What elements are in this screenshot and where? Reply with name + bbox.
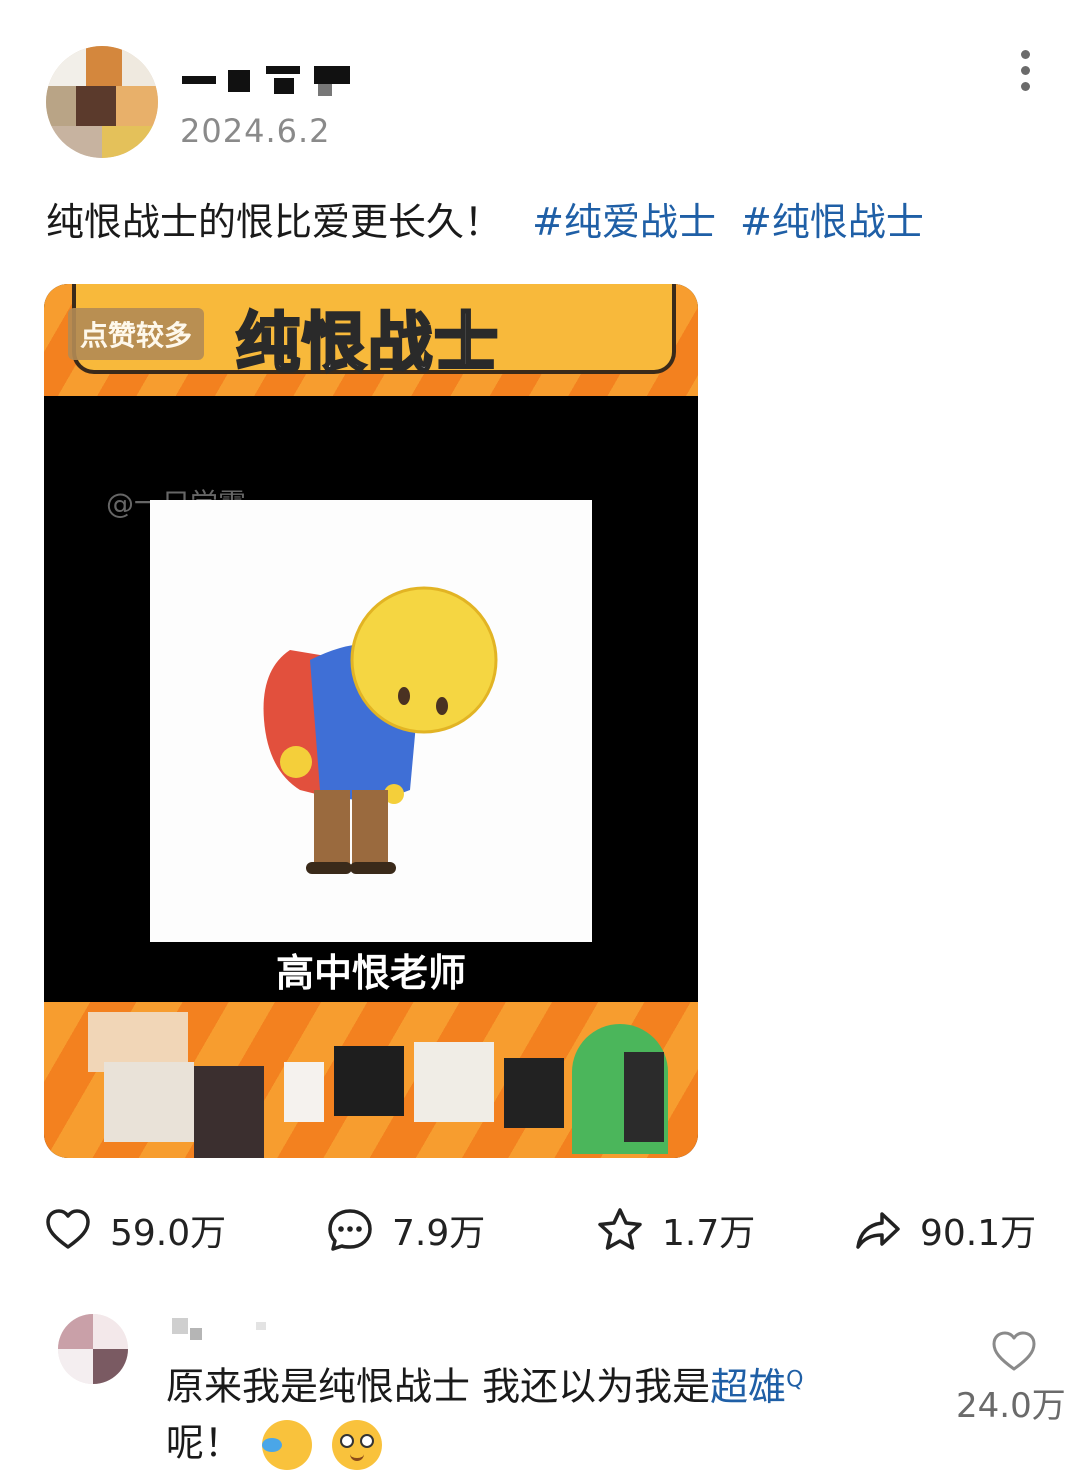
more-vertical-icon[interactable] bbox=[1012, 50, 1038, 94]
image-badge: 点赞较多 bbox=[68, 308, 205, 360]
like-count: 59.0万 bbox=[110, 1213, 227, 1254]
hashtag-link[interactable]: #纯恨战士 bbox=[740, 200, 924, 244]
commenter-avatar[interactable] bbox=[58, 1314, 128, 1384]
comment-bubble-icon bbox=[328, 1209, 372, 1251]
star-icon bbox=[598, 1208, 642, 1250]
laughing-crying-emoji-icon bbox=[262, 1420, 313, 1471]
favorite-count: 1.7万 bbox=[662, 1213, 756, 1254]
author-name-pixelated[interactable] bbox=[182, 60, 352, 100]
share-count: 90.1万 bbox=[920, 1213, 1037, 1254]
share-arrow-icon bbox=[856, 1212, 900, 1249]
comment-body-end: 呢！ bbox=[166, 1420, 243, 1465]
meme-caption: 高中恨老师 bbox=[275, 951, 466, 995]
comment-count: 7.9万 bbox=[392, 1213, 486, 1254]
share-button[interactable]: 90.1万 bbox=[854, 1200, 1036, 1260]
search-icon: Q bbox=[786, 1367, 804, 1392]
post-text: 纯恨战士的恨比爱更长久！ #纯爱战士 #纯恨战士 bbox=[46, 196, 924, 248]
search-keyword-link[interactable]: 超雄Q bbox=[710, 1365, 803, 1409]
post-body: 纯恨战士的恨比爱更长久！ bbox=[46, 200, 503, 244]
heart-icon bbox=[46, 1209, 90, 1249]
author-avatar[interactable] bbox=[46, 46, 158, 158]
favorite-button[interactable]: 1.7万 bbox=[596, 1200, 755, 1260]
top-comment: 原来我是纯恨战士 我还以为我是超雄Q 呢！ 24.0万 bbox=[0, 1300, 1080, 1480]
like-button[interactable]: 59.0万 bbox=[44, 1200, 226, 1260]
post-date: 2024.6.2 bbox=[180, 112, 331, 150]
image-title: 纯恨战士 bbox=[235, 306, 500, 383]
image-top-banner: 点赞较多 纯恨战士 bbox=[44, 284, 698, 396]
stats-bar: 59.0万 7.9万 1.7万 90.1万 bbox=[44, 1200, 1044, 1260]
comment-heart-icon[interactable] bbox=[990, 1328, 1038, 1376]
comment-like-count: 24.0万 bbox=[956, 1386, 1066, 1426]
commenter-name-pixelated[interactable] bbox=[172, 1312, 266, 1342]
comment-body-start: 原来我是纯恨战士 我还以为我是 bbox=[166, 1364, 711, 1409]
bowing-emoji-figure bbox=[150, 500, 592, 942]
image-bottom-banner-pixelated bbox=[44, 1002, 698, 1158]
post-image[interactable]: 点赞较多 纯恨战士 @一只学霸 bbox=[44, 284, 698, 1158]
meme-area: @一只学霸 高中恨老师 bbox=[44, 396, 698, 1002]
comment-button[interactable]: 7.9万 bbox=[326, 1200, 485, 1260]
blushing-smile-emoji-icon bbox=[332, 1420, 383, 1471]
comment-text: 原来我是纯恨战士 我还以为我是超雄Q 呢！ bbox=[166, 1352, 906, 1471]
hashtag-link[interactable]: #纯爱战士 bbox=[532, 200, 716, 244]
